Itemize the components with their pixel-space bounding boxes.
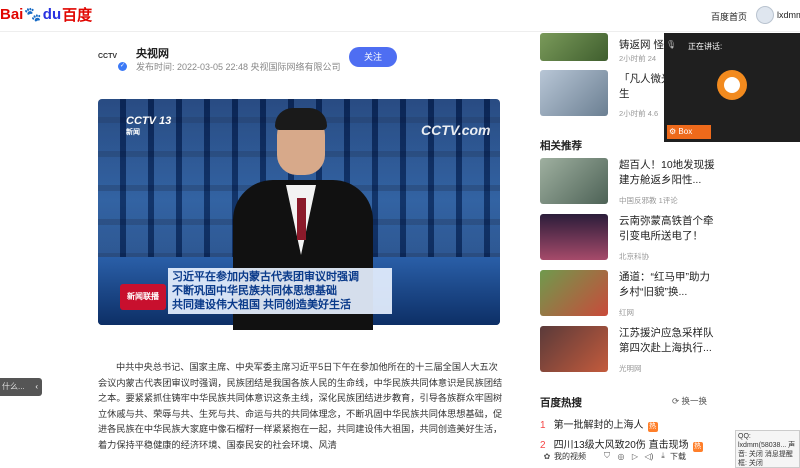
my-video-link[interactable]: 我的视频 bbox=[554, 451, 586, 462]
download-label[interactable]: 下载 bbox=[670, 451, 686, 462]
news-thumbnail[interactable] bbox=[540, 158, 608, 204]
chevron-left-icon[interactable]: ‹ bbox=[35, 378, 38, 396]
anchor-tie bbox=[297, 198, 306, 240]
cctv-watermark: CCTV.com bbox=[421, 122, 491, 138]
caption-line: 不断巩固中华民族共同体思想基础 bbox=[172, 285, 337, 297]
speaker-avatar bbox=[717, 70, 747, 100]
play-icon[interactable]: ▷ bbox=[628, 452, 642, 461]
video-caption: 习近平在参加内蒙古代表团审议时强调 不断巩固中华民族共同体思想基础 共同建设伟大… bbox=[168, 268, 392, 314]
news-meta: 光明网 bbox=[619, 364, 642, 373]
news-meta: 中国反邪教 1评论 bbox=[619, 196, 678, 205]
refresh-button[interactable]: ⟳ 换一换 bbox=[672, 395, 707, 407]
paw-icon: 🐾 bbox=[24, 6, 42, 22]
news-title[interactable]: 超百人！10地发现援建方舱返乡阳性... bbox=[619, 158, 719, 188]
news-thumbnail[interactable] bbox=[540, 326, 608, 372]
cctv13-logo: CCTV 13 新闻 bbox=[126, 115, 171, 137]
author-name[interactable]: 央视网 bbox=[136, 45, 169, 61]
mic-icon: 🎙 bbox=[666, 40, 677, 49]
news-thumbnail[interactable] bbox=[540, 270, 608, 316]
news-thumbnail[interactable] bbox=[540, 214, 608, 260]
logo-cn-text: 百度 bbox=[62, 7, 93, 24]
hot-search-title: 百度热搜 bbox=[540, 397, 582, 409]
box-text: Box bbox=[678, 127, 693, 136]
news-meta: 2小时前 24 bbox=[619, 54, 657, 63]
refresh-icon: ⟳ bbox=[672, 396, 680, 406]
publish-meta: 发布时间: 2022-03-05 22:48 央视国际网络有限公司 bbox=[136, 62, 341, 72]
left-float-hint[interactable]: 什么... ‹ bbox=[0, 378, 42, 396]
news-title[interactable]: 通道：“红马甲”助力乡村“旧貌”换... bbox=[619, 270, 719, 300]
shield-icon[interactable]: ⛉ bbox=[600, 451, 614, 461]
program-logo: 新闻联播 bbox=[120, 284, 166, 310]
news-thumbnail[interactable] bbox=[540, 33, 608, 61]
news-meta: 北京科协 bbox=[619, 252, 649, 261]
box-app-label[interactable]: ⚙ Box bbox=[667, 125, 711, 139]
caption-line: 共同建设伟大祖国 共同创造美好生活 bbox=[172, 299, 352, 311]
logo-bai-text: Bai bbox=[0, 6, 24, 23]
baidu-logo[interactable]: Bai 🐾 du 百度 bbox=[0, 4, 92, 25]
baidu-home-link[interactable]: 百度首页 bbox=[711, 10, 747, 23]
channel-sub: 新闻 bbox=[126, 129, 140, 136]
hot-rank: 1 bbox=[540, 420, 546, 431]
target-icon[interactable]: ◎ bbox=[614, 452, 628, 461]
verified-icon: ✓ bbox=[118, 62, 127, 71]
qq-status-tooltip: QQ: lxdmm(58038... 声音: 关闭 消息提醒框: 关闭 bbox=[735, 430, 800, 468]
channel-name: CCTV 13 bbox=[126, 115, 172, 127]
anchor-hair bbox=[275, 108, 327, 130]
avatar[interactable] bbox=[756, 6, 774, 24]
news-meta: 红网 bbox=[619, 308, 634, 317]
refresh-label: 换一换 bbox=[681, 396, 708, 406]
bottom-toolbar: ✿ 我的视频 ⛉ ◎ ▷ ◁) ⤓ 下载 bbox=[540, 448, 730, 464]
article-body: 中共中央总书记、国家主席、中央军委主席习近平5日下午在参加他所在的十三届全国人大… bbox=[98, 362, 503, 450]
caption-line: 习近平在参加内蒙古代表团审议时强调 bbox=[172, 271, 359, 283]
news-title[interactable]: 云南弥蒙高铁首个牵引变电所送电了！ bbox=[619, 214, 719, 244]
download-icon[interactable]: ⤓ bbox=[656, 451, 670, 461]
baidu-paw-icon[interactable]: ✿ bbox=[540, 452, 554, 461]
hot-text[interactable]: 第一批解封的上海人 bbox=[554, 420, 644, 431]
news-title[interactable]: 江苏援沪应急采样队第四次赴上海执行... bbox=[619, 326, 719, 356]
top-bar: Bai 🐾 du 百度 百度首页 lxdmm bbox=[0, 0, 800, 32]
user-menu[interactable]: lxdmm bbox=[756, 6, 800, 24]
news-thumbnail[interactable] bbox=[540, 70, 608, 116]
author-logo-text: CCTV bbox=[98, 53, 118, 60]
hot-search-row[interactable]: 1 第一批解封的上海人热 bbox=[540, 416, 658, 432]
left-hint-text: 什么... bbox=[2, 382, 25, 391]
hot-badge: 热 bbox=[647, 422, 658, 432]
logo-du-text: du bbox=[42, 6, 62, 23]
username[interactable]: lxdmm bbox=[777, 10, 800, 20]
speaking-label: 正在讲话: bbox=[688, 42, 723, 51]
author-logo[interactable]: CCTV ✓ bbox=[98, 44, 128, 71]
related-section-title: 相关推荐 bbox=[540, 140, 582, 152]
face-icon bbox=[724, 77, 740, 93]
volume-icon[interactable]: ◁) bbox=[642, 452, 656, 461]
news-meta: 2小时前 4.6 bbox=[619, 109, 659, 118]
follow-button[interactable]: 关注 bbox=[349, 47, 397, 67]
